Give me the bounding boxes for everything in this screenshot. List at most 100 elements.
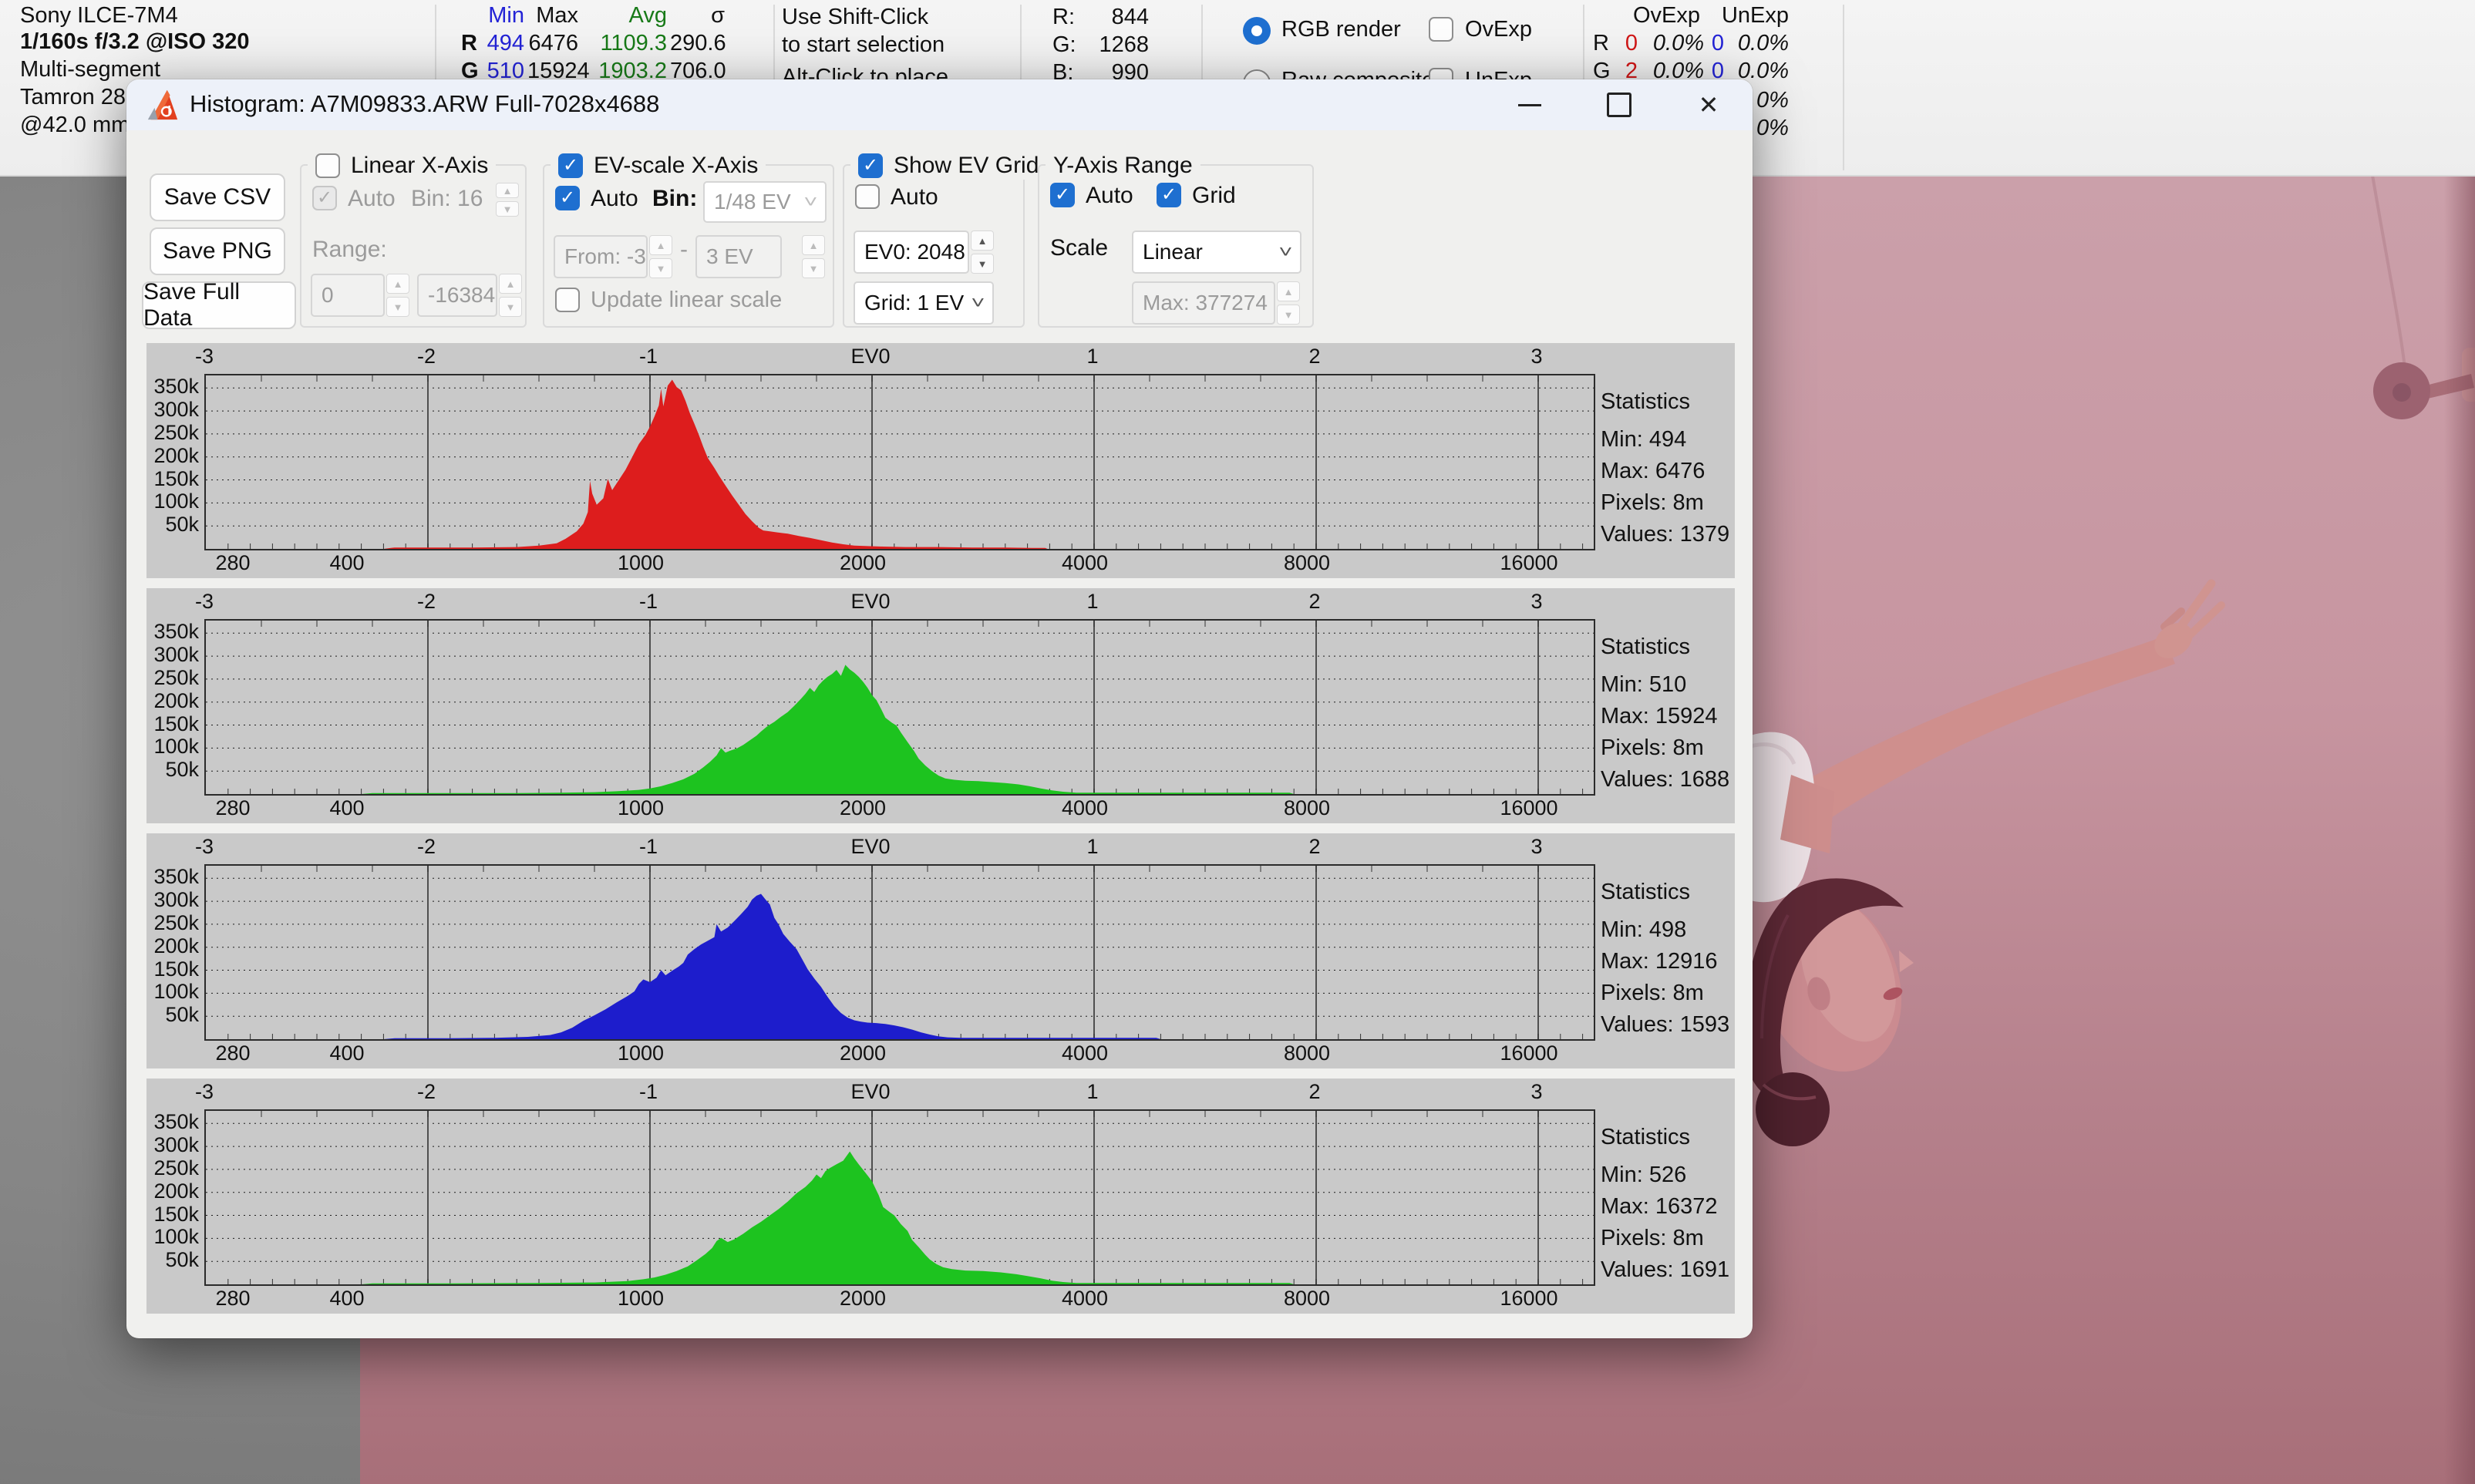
minmax-value: 494: [475, 31, 524, 56]
ev-to-stepper[interactable]: ▲▼: [802, 235, 825, 278]
y-grid-label: Grid: [1192, 183, 1236, 209]
y-axis-label: 300k: [146, 643, 199, 667]
y-axis-label: 250k: [146, 421, 199, 445]
y-axis-label: 200k: [146, 934, 199, 958]
minmax-value: 290.6: [670, 31, 725, 56]
histogram-plot-blue-channel[interactable]: [204, 864, 1595, 1041]
statistics-line: Min: 526: [1601, 1159, 1729, 1191]
save-csv-button[interactable]: Save CSV: [150, 173, 285, 221]
probe-label: G:: [1052, 32, 1076, 58]
y-axis-label: 50k: [146, 1003, 199, 1027]
save-png-button[interactable]: Save PNG: [150, 227, 285, 275]
y-axis-label: 250k: [146, 911, 199, 935]
linear-x-axis-checkbox[interactable]: [315, 153, 340, 178]
minmax-header: Max: [527, 3, 578, 29]
show-ev-grid-checkbox[interactable]: ✓: [858, 153, 883, 178]
linear-auto-checkbox[interactable]: ✓: [312, 186, 337, 210]
y-axis-label: 150k: [146, 467, 199, 491]
update-linear-scale-checkbox[interactable]: [555, 288, 580, 312]
ev-axis-label: EV0: [850, 345, 890, 368]
raw-axis-label: 1000: [618, 1041, 664, 1065]
statistics-line: Values: 1691: [1601, 1254, 1729, 1286]
camera-exposure: 1/160s f/3.2 @ISO 320: [20, 29, 250, 55]
statistics-line: Max: 12916: [1601, 946, 1729, 978]
probe-value: 844: [1076, 5, 1149, 30]
ev-axis-label: -3: [195, 345, 214, 368]
ev0-spin[interactable]: EV0: 2048: [854, 231, 969, 274]
y-grid-checkbox[interactable]: ✓: [1157, 183, 1181, 207]
ev-axis-label: 1: [1086, 1080, 1098, 1104]
statistics-title: Statistics: [1601, 1122, 1729, 1153]
ev-grid-auto-checkbox[interactable]: [855, 184, 880, 209]
y-max-spin[interactable]: Max: 377274: [1132, 281, 1275, 325]
ev-axis-label: -2: [417, 345, 436, 368]
toolbar-divider: [1843, 5, 1844, 170]
raw-axis-label: 8000: [1284, 796, 1330, 820]
ev-bin-combo[interactable]: 1/48 EV˅: [703, 181, 827, 223]
linear-range-from[interactable]: 0: [311, 274, 385, 317]
histogram-panel-green-channel: -3-2-1EV0123350k300k250k200k150k100k50k2…: [146, 588, 1735, 823]
grid-step-combo[interactable]: Grid: 1 EV˅: [854, 281, 994, 325]
statistics-line: Max: 16372: [1601, 1191, 1729, 1223]
close-button[interactable]: ✕: [1669, 79, 1749, 130]
save-full-data-button[interactable]: Save Full Data: [142, 281, 296, 329]
statistics-block: StatisticsMin: 526Max: 16372Pixels: 8mVa…: [1601, 1122, 1729, 1286]
minimize-button[interactable]: [1490, 79, 1570, 130]
linear-range-to-stepper[interactable]: ▲▼: [499, 274, 522, 317]
y-axis-label: 150k: [146, 712, 199, 736]
statistics-line: Pixels: 8m: [1601, 487, 1729, 519]
ev-scale-checkbox[interactable]: ✓: [558, 153, 583, 178]
ovexp-label: OvExp: [1465, 17, 1532, 42]
ev0-stepper[interactable]: ▲▼: [971, 231, 994, 274]
raw-axis-label: 400: [329, 1287, 364, 1311]
y-axis-label: 350k: [146, 865, 199, 889]
linear-range-from-stepper[interactable]: ▲▼: [386, 274, 409, 317]
histogram-plot-green-channel[interactable]: [204, 619, 1595, 796]
ev-axis-label: 3: [1530, 1080, 1542, 1104]
linear-range-to[interactable]: -16384: [417, 274, 497, 317]
ev-axis-label: -3: [195, 590, 214, 614]
ev-axis-label: 1: [1086, 835, 1098, 859]
y-axis-label: 150k: [146, 1203, 199, 1227]
y-axis-label: 100k: [146, 735, 199, 759]
scale-combo[interactable]: Linear˅: [1132, 231, 1301, 274]
ev-from-stepper[interactable]: ▲▼: [649, 235, 672, 278]
exp-ov-count: 0: [1619, 31, 1638, 56]
statistics-block: StatisticsMin: 510Max: 15924Pixels: 8mVa…: [1601, 631, 1729, 796]
ovexp-checkbox[interactable]: [1429, 17, 1453, 42]
ev-axis-label: -1: [639, 835, 658, 859]
update-linear-scale-label: Update linear scale: [591, 288, 782, 313]
ev-axis-label: -1: [639, 1080, 658, 1104]
ev-from-spin[interactable]: From: -3: [554, 235, 648, 278]
rgb-render-radio[interactable]: [1243, 17, 1271, 45]
histogram-plot-green2-channel[interactable]: [204, 1109, 1595, 1286]
probe-label: R:: [1052, 5, 1075, 30]
statistics-line: Min: 510: [1601, 669, 1729, 701]
y-auto-checkbox[interactable]: ✓: [1050, 183, 1075, 207]
chevron-down-icon: ˅: [971, 293, 985, 313]
raw-axis-label: 16000: [1500, 796, 1557, 820]
linear-bin-stepper[interactable]: ▲▼: [496, 183, 519, 217]
y-axis-label: 300k: [146, 1133, 199, 1157]
y-axis-label: 50k: [146, 513, 199, 537]
ev-to-spin[interactable]: 3 EV: [695, 235, 782, 278]
raw-axis-label: 400: [329, 551, 364, 575]
ev-axis-label: 3: [1530, 835, 1542, 859]
ev-axis-label: 2: [1308, 590, 1320, 614]
histogram-plot-red-channel[interactable]: [204, 374, 1595, 550]
raw-axis-label: 280: [215, 551, 250, 575]
ev-axis-label: 3: [1530, 345, 1542, 368]
group-y-axis-range: Y-Axis Range ✓ Auto ✓ Grid Scale Linear˅…: [1038, 164, 1314, 328]
y-max-stepper[interactable]: ▲▼: [1277, 281, 1300, 325]
titlebar[interactable]: Histogram: A7M09833.ARW Full-7028x4688 ✕: [126, 79, 1753, 130]
raw-axis-label: 16000: [1500, 551, 1557, 575]
exp-fragment-g2: 0%: [1756, 116, 1789, 141]
raw-axis-label: 4000: [1062, 1041, 1108, 1065]
y-axis-label: 350k: [146, 620, 199, 644]
ev-auto-checkbox[interactable]: ✓: [555, 186, 580, 210]
camera-model: Sony ILCE-7M4: [20, 3, 178, 29]
linear-x-axis-label: Linear X-Axis: [351, 153, 488, 179]
exp-un-count: 0: [1709, 31, 1724, 56]
maximize-button[interactable]: [1579, 79, 1659, 130]
ev-axis-label: -2: [417, 835, 436, 859]
